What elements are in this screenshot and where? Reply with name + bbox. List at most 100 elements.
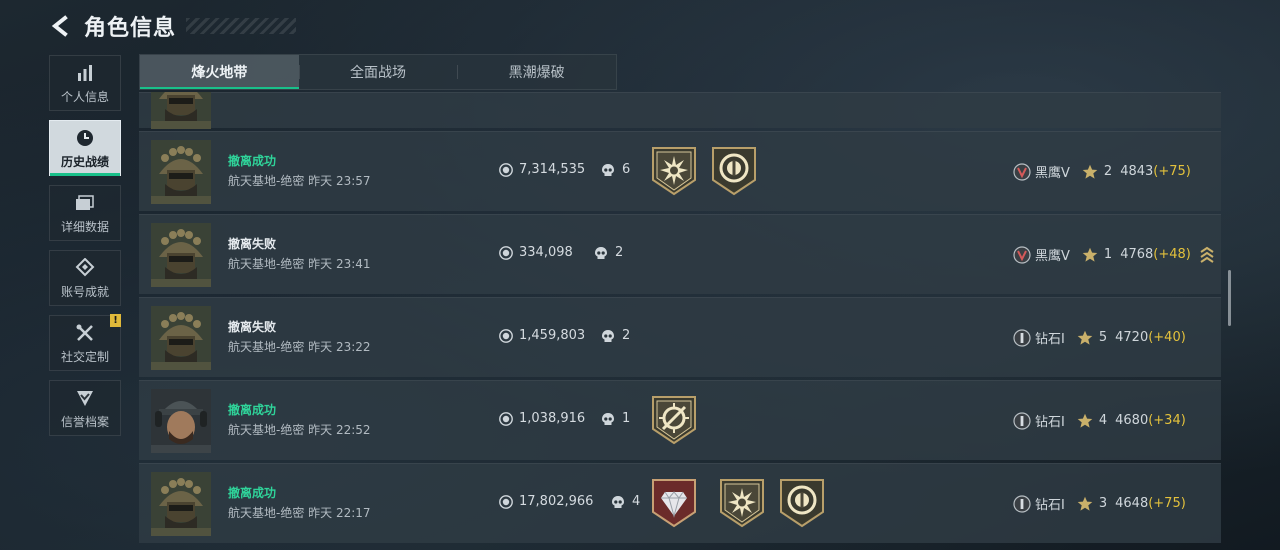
score-delta: (+48) xyxy=(1153,247,1191,262)
sidebar-item-social[interactable]: ! 社交定制 xyxy=(49,314,121,371)
table-row[interactable]: 撤离成功 航天基地-绝密 昨天 23:57 7,314,535 6 黑鹰V 2 … xyxy=(139,131,1221,211)
rank-score: 4648 xyxy=(1115,496,1149,511)
rank-name: 钻石I xyxy=(1035,498,1065,513)
map-time: 航天基地-绝密 昨天 23:22 xyxy=(228,338,371,355)
map-name: 航天基地-绝密 xyxy=(228,257,305,271)
table-row[interactable]: 撤离失败 航天基地-绝密 昨天 23:22 1,459,803 2 钻石I 5 … xyxy=(139,297,1221,377)
diamond-emblem-icon[interactable] xyxy=(651,478,697,528)
kills-text: 4 xyxy=(632,494,641,509)
tools-icon xyxy=(74,322,96,344)
sun-emblem-icon[interactable] xyxy=(651,146,697,196)
skull-icon xyxy=(602,163,614,176)
map-time: 航天基地-绝密 昨天 22:52 xyxy=(228,421,371,438)
value-text: 1,459,803 xyxy=(519,328,586,343)
match-time: 昨天 22:52 xyxy=(308,423,371,437)
wreath-emblem-icon[interactable] xyxy=(779,478,825,528)
title-decoration xyxy=(186,18,297,34)
kills-text: 6 xyxy=(622,162,631,177)
table-row-partial[interactable] xyxy=(139,92,1221,129)
star-count: 3 xyxy=(1098,496,1108,511)
crosshair-emblem-icon[interactable] xyxy=(651,395,697,445)
star-count: 1 xyxy=(1103,247,1113,262)
kill-count: 6 xyxy=(601,162,630,177)
kills-text: 2 xyxy=(622,328,631,343)
page-header: 角色信息 xyxy=(48,8,297,44)
i-rank-icon xyxy=(1013,411,1031,430)
v-rank-icon xyxy=(1013,162,1031,181)
table-row[interactable]: 撤离成功 航天基地-绝密 昨天 22:17 17,802,966 4 钻石I 3… xyxy=(139,463,1221,543)
achievement-icon xyxy=(74,257,96,279)
rank-name: 钻石I xyxy=(1035,332,1065,347)
sidebar-item-label: 信誉档案 xyxy=(60,414,109,429)
map-name: 航天基地-绝密 xyxy=(228,423,305,437)
back-arrow-icon[interactable] xyxy=(48,13,74,39)
tab-full-battlefield[interactable]: 全面战场 xyxy=(298,55,458,89)
rank-info: 黑鹰V 1 4768 (+48) xyxy=(1013,245,1215,264)
sidebar-item-achievements[interactable]: 账号成就 xyxy=(49,250,121,306)
sun-emblem-icon[interactable] xyxy=(719,478,765,528)
score-delta: (+40) xyxy=(1148,330,1186,345)
star-icon xyxy=(1077,330,1093,345)
extraction-status: 撤离失败 xyxy=(228,237,277,251)
sidebar-item-personal-info[interactable]: 个人信息 xyxy=(49,55,121,111)
score-delta: (+34) xyxy=(1148,413,1186,428)
rank-info: 钻石I 3 4648 (+75) xyxy=(1013,494,1186,513)
loot-value: 334,098 xyxy=(499,245,573,260)
skull-icon xyxy=(612,495,624,508)
star-icon xyxy=(1082,247,1098,262)
star-count: 5 xyxy=(1098,330,1108,345)
extraction-status: 撤离失败 xyxy=(228,320,277,334)
sidebar-item-label: 历史战绩 xyxy=(60,154,109,169)
coin-icon xyxy=(499,328,513,343)
medal-list xyxy=(651,478,839,528)
skull-icon xyxy=(595,246,607,259)
bar-chart-icon xyxy=(74,62,96,84)
list-scrollbar[interactable] xyxy=(1228,270,1231,326)
record-list: 撤离成功 航天基地-绝密 昨天 23:57 7,314,535 6 黑鹰V 2 … xyxy=(139,92,1221,550)
value-text: 17,802,966 xyxy=(519,494,594,509)
sidebar-item-reputation[interactable]: 信誉档案 xyxy=(49,380,121,436)
loot-value: 7,314,535 xyxy=(499,162,585,177)
rank-info: 黑鹰V 2 4843 (+75) xyxy=(1013,162,1191,181)
avatar xyxy=(151,223,211,287)
map-time: 航天基地-绝密 昨天 23:57 xyxy=(228,172,371,189)
sidebar-item-history[interactable]: 历史战绩 xyxy=(49,120,121,176)
map-name: 航天基地-绝密 xyxy=(228,340,305,354)
sidebar-item-detailed-data[interactable]: 详细数据 xyxy=(49,185,121,241)
star-icon xyxy=(1077,413,1093,428)
map-name: 航天基地-绝密 xyxy=(228,174,305,188)
tab-dark-tide[interactable]: 黑潮爆破 xyxy=(457,55,616,89)
coin-icon xyxy=(499,494,513,509)
i-rank-icon xyxy=(1013,328,1031,347)
table-row[interactable]: 撤离成功 航天基地-绝密 昨天 22:52 1,038,916 1 钻石I 4 … xyxy=(139,380,1221,460)
star-count: 4 xyxy=(1098,413,1108,428)
avatar xyxy=(151,140,211,204)
avatar xyxy=(151,389,211,453)
i-rank-icon xyxy=(1013,494,1031,513)
sidebar-item-label: 账号成就 xyxy=(60,284,109,299)
tab-fire-zone[interactable]: 烽火地带 xyxy=(140,55,299,89)
extraction-status: 撤离成功 xyxy=(228,486,277,500)
match-time: 昨天 23:22 xyxy=(308,340,371,354)
match-time: 昨天 23:57 xyxy=(308,174,371,188)
coin-icon xyxy=(499,245,513,260)
table-row[interactable]: 撤离失败 航天基地-绝密 昨天 23:41 334,098 2 黑鹰V 1 47… xyxy=(139,214,1221,294)
value-text: 334,098 xyxy=(519,245,573,260)
kills-text: 2 xyxy=(615,245,624,260)
map-time: 航天基地-绝密 昨天 23:41 xyxy=(228,255,371,272)
avatar xyxy=(151,306,211,370)
map-name: 航天基地-绝密 xyxy=(228,506,305,520)
clock-icon xyxy=(74,127,96,149)
mode-tabs: 烽火地带 全面战场 黑潮爆破 xyxy=(139,54,617,90)
coin-icon xyxy=(499,162,513,177)
value-text: 7,314,535 xyxy=(519,162,586,177)
score-delta: (+75) xyxy=(1148,496,1186,511)
rank-up-chevron-icon xyxy=(1200,246,1214,263)
rank-name: 钻石I xyxy=(1035,415,1065,430)
rank-info: 钻石I 5 4720 (+40) xyxy=(1013,328,1186,347)
coin-icon xyxy=(499,411,513,426)
star-count: 2 xyxy=(1103,164,1113,179)
loot-value: 1,038,916 xyxy=(499,411,585,426)
wreath-emblem-icon[interactable] xyxy=(711,146,757,196)
match-time: 昨天 23:41 xyxy=(308,257,371,271)
